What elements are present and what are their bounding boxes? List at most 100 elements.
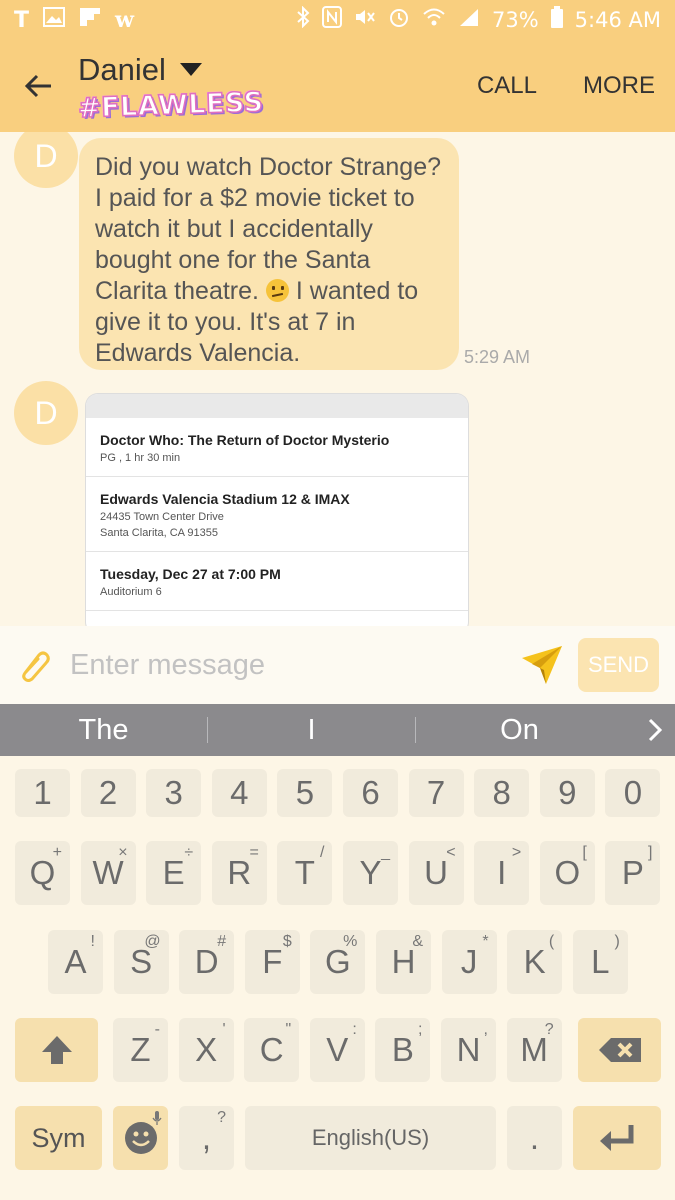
key-u[interactable]: U < [408, 841, 464, 905]
message-bubble[interactable]: Did you watch Doctor Strange? I paid for… [79, 138, 459, 370]
key-2[interactable]: 2 [80, 769, 136, 817]
key-label: V [326, 1031, 349, 1068]
theatre-address: 24435 Town Center Drive [100, 511, 224, 523]
movie-info: PG , 1 hr 30 min [100, 452, 181, 464]
key-alt-label: $ [282, 933, 292, 950]
contact-info[interactable]: Daniel #FLAWLESS [77, 52, 265, 125]
theatre-name: Edwards Valencia Stadium 12 & IMAX [100, 491, 350, 507]
key-z[interactable]: Z- [113, 1018, 168, 1082]
suggestion-3[interactable]: On [416, 714, 623, 747]
theatre-city: Santa Clarita, CA 91355 [100, 527, 219, 539]
message-input[interactable] [70, 648, 510, 682]
key-1[interactable]: 1 [15, 769, 70, 817]
keyboard: 1234567890 Q + W × E ÷ R = T / Y _ U < I > O[P] A! S @ D # F $… [0, 756, 675, 1200]
tmobile-icon: T [14, 7, 30, 33]
suggestion-1[interactable]: The [0, 714, 207, 747]
chevron-down-icon[interactable] [179, 63, 202, 76]
sym-key[interactable]: Sym [15, 1106, 102, 1170]
key-c[interactable]: C " [244, 1018, 300, 1082]
key-alt-label: ) [614, 933, 620, 950]
key-r[interactable]: R = [211, 841, 267, 905]
chevron-right-icon [648, 718, 663, 742]
call-button[interactable]: CALL [477, 72, 537, 100]
key-0[interactable]: 0 [605, 769, 661, 817]
key-label: 9 [558, 774, 577, 811]
back-button[interactable] [0, 40, 78, 132]
key-d[interactable]: D # [179, 930, 235, 994]
key-label: X [195, 1031, 218, 1068]
comma-key-label: , [201, 1119, 212, 1156]
compose-bar: SEND [0, 626, 675, 704]
emoji-key[interactable] [113, 1106, 168, 1170]
key-label: 1 [33, 774, 52, 811]
space-key[interactable]: English(US) [245, 1106, 496, 1170]
key-m[interactable]: M? [506, 1018, 562, 1082]
key-label: Q [29, 854, 56, 891]
key-label: 6 [361, 774, 380, 811]
key-y[interactable]: Y _ [343, 841, 398, 905]
key-3[interactable]: 3 [146, 769, 202, 817]
key-k[interactable]: K( [507, 930, 563, 994]
key-v[interactable]: V: [309, 1018, 365, 1082]
period-key[interactable]: . [507, 1106, 562, 1170]
sym-key-label: Sym [31, 1122, 86, 1153]
key-s[interactable]: S @ [113, 930, 169, 994]
back-arrow-icon [24, 74, 51, 98]
key-p[interactable]: P] [605, 841, 661, 905]
ticket-image-attachment[interactable]: Doctor Who: The Return of Doctor Mysteri… [86, 394, 468, 626]
key-t[interactable]: T / [277, 841, 333, 905]
key-i[interactable]: I > [474, 841, 530, 905]
key-8[interactable]: 8 [474, 769, 530, 817]
status-time: 5:46 AM [574, 8, 661, 32]
key-alt-label: " [285, 1021, 292, 1038]
key-o[interactable]: O[ [539, 841, 595, 905]
key-6[interactable]: 6 [343, 769, 398, 817]
key-4[interactable]: 4 [211, 769, 267, 817]
key-h[interactable]: H & [376, 930, 431, 994]
key-7[interactable]: 7 [408, 769, 464, 817]
key-l[interactable]: L) [572, 930, 628, 994]
key-label: R [227, 854, 252, 891]
suggestions-expand-button[interactable] [635, 704, 675, 756]
key-q[interactable]: Q + [15, 841, 70, 905]
battery-icon [550, 6, 563, 34]
key-alt-label: _ [381, 844, 390, 861]
conversation-thread[interactable]: D Did you watch Doctor Strange? I paid f… [0, 132, 675, 626]
key-label: L [591, 943, 610, 980]
flawless-sticker: #FLAWLESS [77, 86, 265, 125]
key-alt-label: & [412, 933, 423, 950]
key-5[interactable]: 5 [277, 769, 333, 817]
avatar[interactable]: D [14, 381, 78, 445]
comma-key[interactable]: , ? [179, 1106, 234, 1170]
send-button[interactable]: SEND [578, 638, 659, 692]
key-w[interactable]: W × [80, 841, 136, 905]
key-j[interactable]: J * [441, 930, 497, 994]
key-x[interactable]: X ' [178, 1018, 234, 1082]
ticket-header-bar [86, 394, 468, 418]
key-g[interactable]: G% [310, 930, 366, 994]
key-n[interactable]: N, [441, 1018, 496, 1082]
attach-button[interactable] [0, 626, 70, 704]
key-alt-label: × [118, 844, 128, 861]
key-e[interactable]: E ÷ [146, 841, 202, 905]
key-b[interactable]: B; [375, 1018, 431, 1082]
contact-name[interactable]: Daniel [78, 52, 166, 88]
key-label: 8 [492, 774, 511, 811]
shift-key[interactable] [15, 1018, 98, 1082]
enter-key[interactable] [573, 1106, 661, 1170]
key-alt-label: + [52, 844, 62, 861]
paperclip-icon [22, 651, 50, 682]
wifi-icon [422, 7, 446, 33]
suggestion-2[interactable]: I [208, 714, 415, 747]
w-icon: w [115, 7, 134, 33]
paper-plane-icon[interactable] [520, 644, 564, 686]
key-f[interactable]: F $ [244, 930, 300, 994]
key-label: P [621, 854, 644, 891]
alarm-icon [388, 6, 410, 34]
key-9[interactable]: 9 [539, 769, 595, 817]
key-a[interactable]: A! [48, 930, 103, 994]
avatar[interactable]: D [14, 132, 78, 188]
backspace-key[interactable] [578, 1018, 661, 1082]
image-icon [43, 7, 66, 33]
more-button[interactable]: MORE [583, 72, 655, 100]
